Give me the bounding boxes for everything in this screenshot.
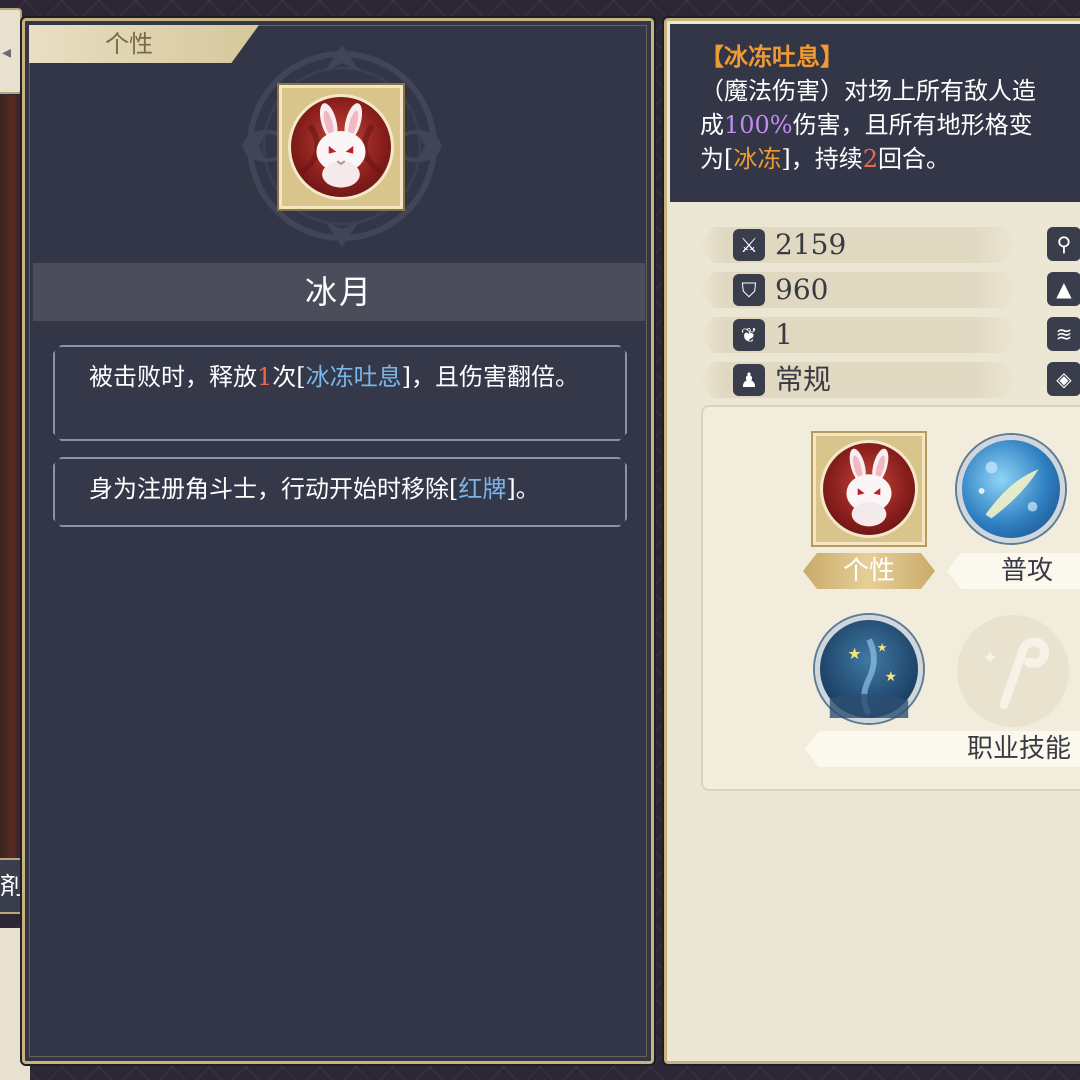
svg-text:✦: ✦ xyxy=(982,645,999,669)
boot-icon: ≋ xyxy=(1047,317,1080,351)
skill-desc-line2: 成100%伤害，且所有地形格变 xyxy=(700,108,1080,142)
defense-value: 960 xyxy=(775,273,829,306)
trait-detail-panel: 个性 冰月 被击败时，释放1次[冰冻吐息]，且伤害翻倍。 身为注册角斗士，行动开… xyxy=(20,16,656,1066)
text: 回合。 xyxy=(878,145,951,173)
terrain-keyword: 冰冻 xyxy=(733,145,782,173)
stat-move: ❦ 1 xyxy=(699,317,1019,353)
tab-trait[interactable]: 个性 xyxy=(803,553,935,589)
svg-text:★: ★ xyxy=(877,640,888,654)
trait-keyword: 1 xyxy=(257,363,273,391)
back-tab[interactable]: ◂ xyxy=(0,8,22,94)
text: 成 xyxy=(700,111,724,139)
background-character-art xyxy=(0,95,22,865)
stat-type: ♟ 常规 xyxy=(699,362,1019,398)
trait-tab-header: 个性 xyxy=(29,25,259,63)
trait-keyword: 冰冻吐息 xyxy=(305,363,402,391)
damage-percent: 100% xyxy=(724,111,793,139)
character-detail-panel: 【冰冻吐息】 （魔法伤害）对场上所有敌人造 成100%伤害，且所有地形格变 为[… xyxy=(662,16,1080,1066)
character-name: 冰月 xyxy=(33,263,645,321)
rabbit-portrait-icon xyxy=(820,440,918,538)
stat-defense: ⛉ 960 xyxy=(699,272,1019,308)
edge-label: 剤 xyxy=(0,858,22,914)
skills-box: 个性 普攻 ★ ★ ★ ✦ 职业技能 xyxy=(701,405,1080,791)
trait-text: 被击败时，释放1次[冰冻吐息]，且伤害翻倍。 xyxy=(89,363,579,391)
trait-text-segment: ]。 xyxy=(506,475,540,503)
svg-text:★: ★ xyxy=(847,644,861,663)
skill-desc-line1: （魔法伤害）对场上所有敌人造 xyxy=(700,77,1036,105)
shield-icon: ⛉ xyxy=(733,274,765,306)
skill-tooltip: 【冰冻吐息】 （魔法伤害）对场上所有敌人造 成100%伤害，且所有地形格变 为[… xyxy=(670,24,1080,202)
normal-attack-skill-icon[interactable] xyxy=(957,435,1065,543)
hat-icon: ▲ xyxy=(1047,272,1080,306)
class-skill-icon[interactable]: ★ ★ ★ xyxy=(815,615,923,723)
trait-text-segment: 身为注册角斗士，行动开始时移除[ xyxy=(89,475,459,503)
trait-keyword: 红牌 xyxy=(458,475,507,503)
skill-title: 【冰冻吐息】 xyxy=(700,42,844,71)
staff-icon: ⚲ xyxy=(1047,227,1080,261)
trait-text-segment: ]，且伤害翻倍。 xyxy=(401,363,580,391)
text: 为[ xyxy=(700,145,734,173)
tab-normal-attack[interactable]: 普攻 xyxy=(947,553,1080,589)
type-value: 常规 xyxy=(775,363,832,396)
trait-description-box: 身为注册角斗士，行动开始时移除[红牌]。 xyxy=(53,457,627,527)
trait-text-segment: 被击败时，释放 xyxy=(89,363,257,391)
trait-portrait-frame xyxy=(279,85,403,209)
wing-icon: ❦ xyxy=(733,319,765,351)
locked-skill-slot: ✦ xyxy=(957,615,1069,727)
sword-icon: ⚔ xyxy=(733,229,765,261)
stat-attack: ⚔ 2159 xyxy=(699,227,1019,263)
diamond-icon: ◈ xyxy=(1047,362,1080,396)
text: 伤害，且所有地形格变 xyxy=(792,111,1033,139)
chevron-left-icon: ◂ xyxy=(2,42,12,63)
tab-class-skill[interactable]: 职业技能 xyxy=(805,731,1080,767)
figure-icon: ♟ xyxy=(733,364,765,396)
text: ]，持续 xyxy=(781,145,863,173)
skill-desc-line3: 为[冰冻]，持续2回合。 xyxy=(700,142,1080,176)
svg-text:★: ★ xyxy=(885,669,897,685)
trait-skill-slot[interactable] xyxy=(813,433,925,545)
attack-value: 2159 xyxy=(775,228,847,261)
rabbit-portrait-icon xyxy=(288,94,394,200)
move-value: 1 xyxy=(775,318,793,351)
trait-text: 身为注册角斗士，行动开始时移除[红牌]。 xyxy=(89,475,540,503)
duration-number: 2 xyxy=(862,145,879,173)
trait-description-box: 被击败时，释放1次[冰冻吐息]，且伤害翻倍。 xyxy=(53,345,627,441)
trait-text-segment: 次[ xyxy=(272,363,306,391)
